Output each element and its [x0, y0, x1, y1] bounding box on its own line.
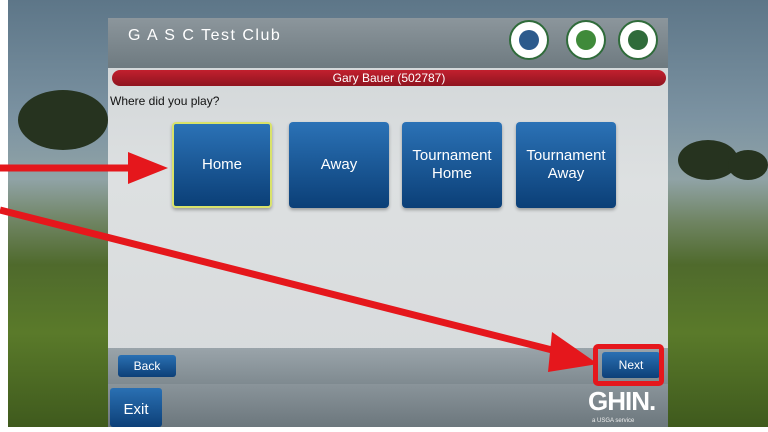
annotation-arrows: [0, 152, 598, 372]
arrow-right-icon: [0, 152, 168, 184]
arrow-right-icon: [0, 206, 598, 372]
